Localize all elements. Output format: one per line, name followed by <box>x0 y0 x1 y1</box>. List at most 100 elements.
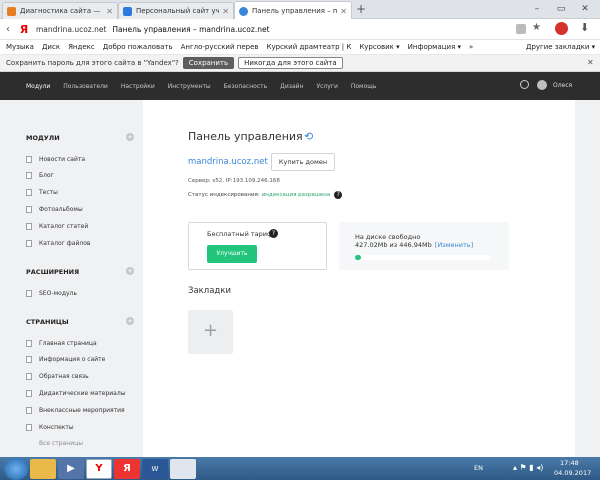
close-tab-icon[interactable]: ✕ <box>222 7 229 16</box>
page-icon <box>26 356 32 363</box>
sidebar-item-site-info[interactable]: Информация о сайте <box>26 356 105 363</box>
yandex-taskbar-icon[interactable]: Я <box>114 458 140 479</box>
search-icon[interactable] <box>520 80 529 89</box>
page-icon <box>26 206 32 213</box>
minimize-icon[interactable]: – <box>526 2 548 16</box>
sidebar-item-photo-albums[interactable]: Фотоальбомы <box>26 206 83 213</box>
other-bookmarks[interactable]: Другие закладки ▾ <box>526 43 595 51</box>
add-bookmark-button[interactable]: + <box>188 310 233 354</box>
disk-usage-text: 427.02Mb из 446.94Mb <box>355 241 432 249</box>
sidebar-item-seo[interactable]: SEO-модуль <box>26 290 77 297</box>
nav-settings[interactable]: Настройки <box>121 83 155 90</box>
add-module-icon[interactable]: + <box>126 133 134 141</box>
buy-domain-button[interactable]: Купить домен <box>271 153 335 171</box>
sidebar-item-file-catalog[interactable]: Каталог файлов <box>26 240 90 247</box>
bookmark-item[interactable]: Англо-русский перев <box>181 43 259 51</box>
star-bookmark-icon[interactable]: ★ <box>532 22 541 33</box>
browser-tab-2[interactable]: Персональный сайт учител ✕ <box>118 2 234 19</box>
bookmark-item[interactable]: Музыка <box>6 43 34 51</box>
notepad-taskbar-icon[interactable] <box>170 458 196 479</box>
sidebar-item-tests[interactable]: Тесты <box>26 189 58 196</box>
avatar-icon[interactable] <box>537 80 547 90</box>
bookmark-item[interactable]: Добро пожаловать <box>103 43 173 51</box>
nav-design[interactable]: Дизайн <box>280 83 303 90</box>
never-save-button[interactable]: Никогда для этого сайта <box>238 57 343 69</box>
bookmark-item[interactable]: Яндекс <box>68 43 95 51</box>
browser-tab-3-active[interactable]: Панель управления – ma ✕ <box>234 1 352 20</box>
bookmark-folder[interactable]: Информация ▾ <box>408 43 461 51</box>
help-icon[interactable]: ? <box>269 229 278 238</box>
maximize-icon[interactable]: ▭ <box>550 2 572 16</box>
nav-modules[interactable]: Модули <box>26 83 50 90</box>
bookmarks-overflow[interactable]: » <box>469 43 473 51</box>
close-tab-icon[interactable]: ✕ <box>106 7 113 16</box>
close-tab-icon[interactable]: ✕ <box>340 7 347 16</box>
media-player-taskbar-icon[interactable]: ▶ <box>58 458 84 479</box>
close-bar-icon[interactable]: ✕ <box>587 58 594 67</box>
browser-tab-1[interactable]: Диагностика сайта — man ✕ <box>2 2 118 19</box>
add-page-icon[interactable]: + <box>126 317 134 325</box>
index-status: Статус индексирования: индексация разреш… <box>188 191 343 199</box>
nav-services[interactable]: Услуги <box>316 83 337 90</box>
index-status-value[interactable]: индексация разрешена <box>262 192 331 198</box>
explorer-taskbar-icon[interactable] <box>30 458 56 479</box>
start-button-icon[interactable] <box>4 457 28 480</box>
site-domain-link[interactable]: mandrina.ucoz.net <box>188 157 268 167</box>
upgrade-button[interactable]: Улучшить <box>207 245 257 263</box>
disk-progress-track <box>355 255 491 260</box>
page-icon <box>26 390 32 397</box>
sidebar-item-feedback[interactable]: Обратная связь <box>26 373 89 380</box>
sidebar-item-home[interactable]: Главная страница <box>26 340 97 347</box>
word-taskbar-icon[interactable]: W <box>142 458 168 479</box>
sidebar-item-all-pages[interactable]: Все страницы <box>26 440 83 447</box>
save-password-bar: Сохранить пароль для этого сайта в "Yand… <box>0 55 600 72</box>
bookmark-item[interactable]: Диск <box>42 43 60 51</box>
sidebar-item-news[interactable]: Новости сайта <box>26 156 85 163</box>
save-password-button[interactable]: Сохранить <box>182 57 235 69</box>
new-tab-icon[interactable]: + <box>356 3 366 15</box>
disk-progress-fill <box>355 255 361 260</box>
yandex-logo-icon[interactable]: Я <box>16 23 32 36</box>
sidebar-item-notes[interactable]: Конспекты <box>26 424 74 431</box>
page-icon <box>26 189 32 196</box>
url-host[interactable]: mandrina.ucoz.net <box>36 25 106 34</box>
url-page-title[interactable]: Панель управления – mandrina.ucoz.net <box>112 25 269 34</box>
clock-time[interactable]: 17:48 <box>560 459 579 467</box>
sidebar-item-didactic[interactable]: Дидактические материалы <box>26 390 125 397</box>
bookmark-folder[interactable]: Курсовик ▾ <box>359 43 399 51</box>
sidebar-item-events[interactable]: Внеклассные мероприятия <box>26 407 125 414</box>
extension-icon[interactable] <box>516 24 526 34</box>
page-icon <box>26 172 32 179</box>
tab-title: Персональный сайт учител <box>136 7 219 15</box>
user-name[interactable]: Олеся <box>553 82 572 89</box>
bookmarks-bar: Музыка Диск Яндекс Добро пожаловать Англ… <box>0 40 600 55</box>
language-indicator[interactable]: EN <box>474 464 483 472</box>
server-info: Сервер: s52, IP:193.109.246.168 <box>188 178 280 184</box>
password-prompt-text: Сохранить пароль для этого сайта в "Yand… <box>6 59 179 67</box>
nav-help[interactable]: Помощь <box>351 83 377 90</box>
yandex-browser-taskbar-icon[interactable]: Y <box>86 458 112 479</box>
back-icon[interactable]: ‹ <box>0 24 16 35</box>
bookmark-item[interactable]: Курский драмтеатр | К <box>267 43 352 51</box>
nav-security[interactable]: Безопасность <box>224 83 268 90</box>
close-window-icon[interactable]: ✕ <box>574 2 596 16</box>
adblock-icon[interactable] <box>555 22 568 35</box>
disk-change-link[interactable]: [Изменить] <box>435 241 473 249</box>
page-icon <box>26 373 32 380</box>
download-icon[interactable]: ⬇ <box>580 21 589 34</box>
sidebar-item-article-catalog[interactable]: Каталог статей <box>26 223 88 230</box>
nav-users[interactable]: Пользователи <box>63 83 108 90</box>
nav-tools[interactable]: Инструменты <box>168 83 211 90</box>
sidebar-item-blog[interactable]: Блог <box>26 172 54 179</box>
tab-favicon-icon <box>7 6 16 16</box>
tariff-title: Бесплатный тариф <box>207 230 273 238</box>
tray-icons[interactable]: ▴ ⚑ ▮ ◂) <box>513 463 543 472</box>
top-navigation: Модули Пользователи Настройки Инструмент… <box>0 72 600 100</box>
clock-date[interactable]: 04.09.2017 <box>554 469 591 477</box>
refresh-icon[interactable]: ⟲ <box>304 130 313 143</box>
help-icon[interactable]: ? <box>334 191 343 199</box>
sidebar-section-pages: СТРАНИЦЫ <box>26 318 69 326</box>
windows-taskbar: ▶ Y Я W EN ▴ ⚑ ▮ ◂) 17:48 04.09.2017 <box>0 457 600 480</box>
add-extension-icon[interactable]: + <box>126 267 134 275</box>
sidebar-section-extensions: РАСШИРЕНИЯ <box>26 268 80 276</box>
